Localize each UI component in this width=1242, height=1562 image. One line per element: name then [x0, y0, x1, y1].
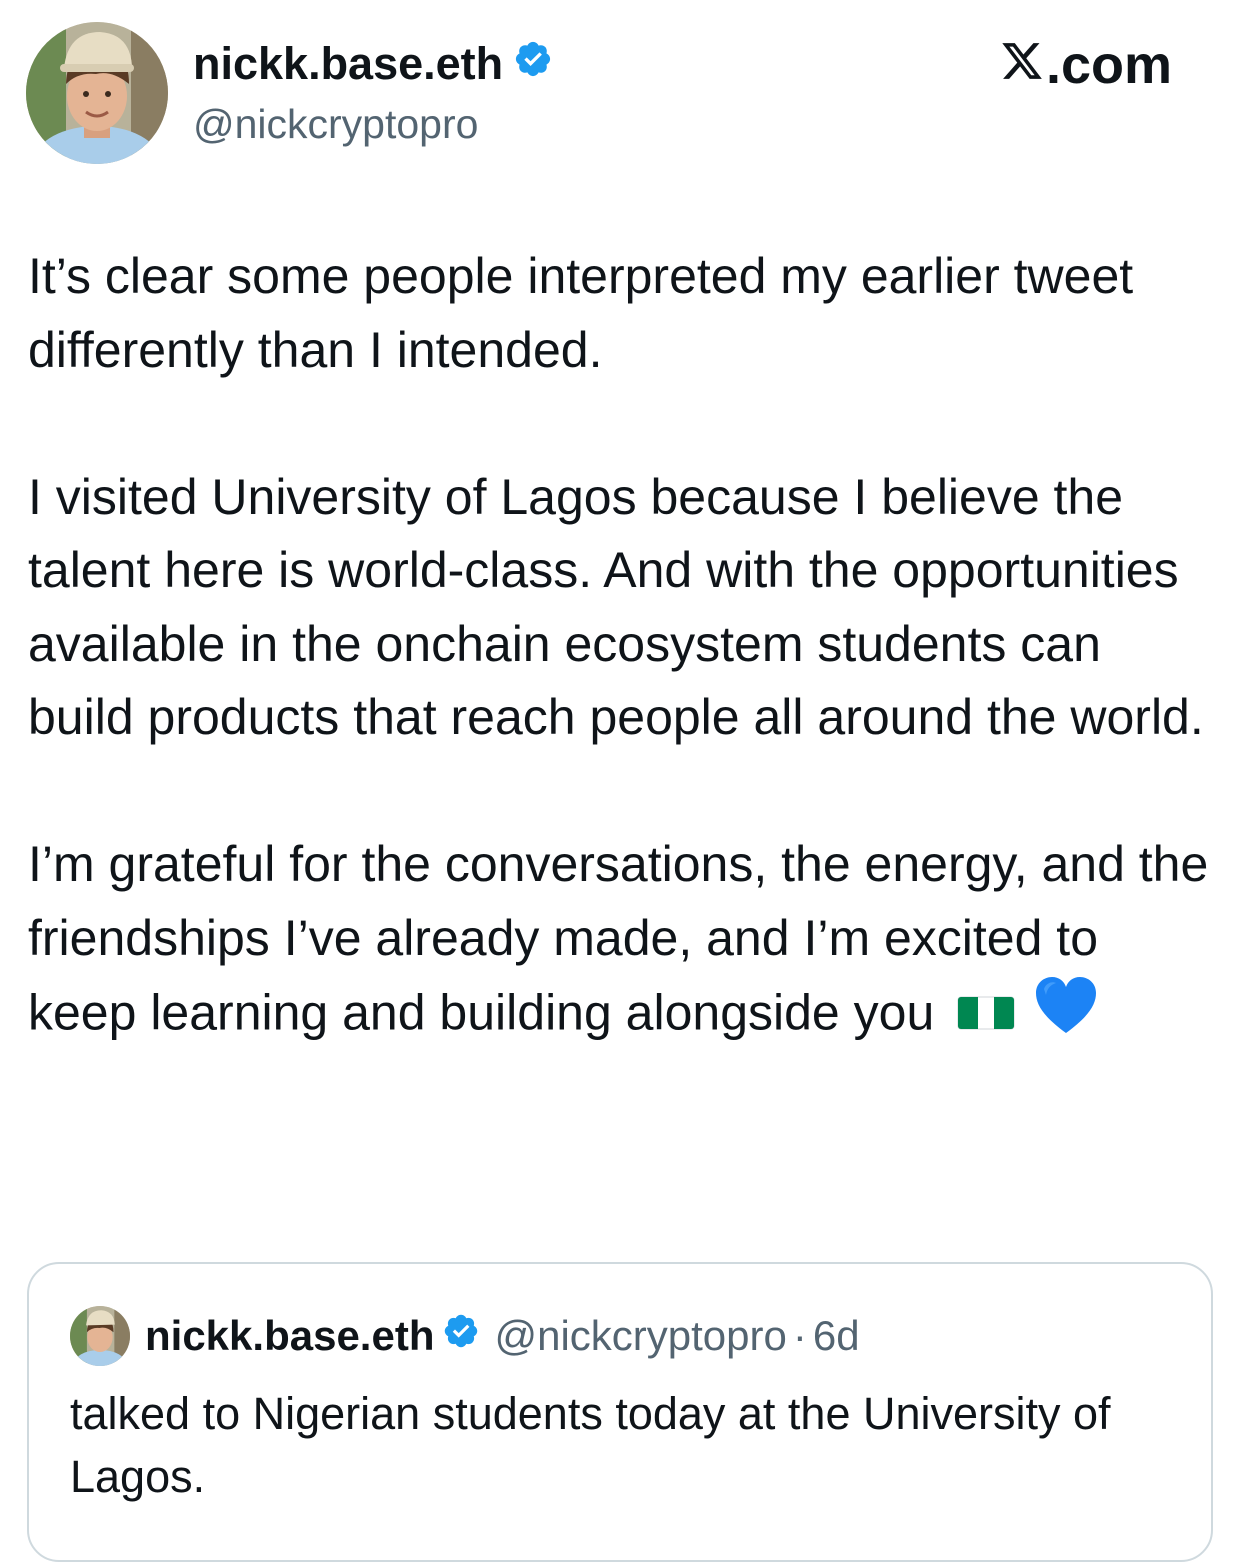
verified-badge-icon: [513, 36, 553, 92]
nigeria-flag-icon: [956, 980, 1016, 1054]
profile-photo: [26, 22, 168, 164]
author-avatar[interactable]: [26, 22, 168, 164]
quoted-tweet-time[interactable]: 6d: [813, 1312, 860, 1360]
profile-photo: [70, 1306, 130, 1366]
tweet-paragraph: It’s clear some people interpreted my ea…: [28, 248, 1134, 378]
x-logo-icon: [1000, 32, 1044, 98]
tweet-paragraph: I’m grateful for the conversations, the …: [28, 828, 1218, 1058]
x-brand-watermark: .com: [1000, 32, 1172, 98]
verified-badge-icon: [442, 1312, 480, 1360]
tweet-text: It’s clear some people interpreted my ea…: [28, 240, 1218, 1058]
tweet-paragraph-text: I’m grateful for the conversations, the …: [28, 836, 1209, 1041]
quoted-author-avatar[interactable]: [70, 1306, 130, 1366]
quoted-tweet-header: nickk.base.eth @nickcryptopro · 6d: [145, 1308, 860, 1364]
quoted-author-name[interactable]: nickk.base.eth: [145, 1312, 434, 1360]
author-display-name[interactable]: nickk.base.eth: [193, 36, 553, 92]
author-handle[interactable]: @nickcryptopro: [193, 98, 478, 150]
blue-heart-icon: [1034, 975, 1098, 1058]
quoted-author-handle[interactable]: @nickcryptopro: [494, 1312, 786, 1360]
quoted-tweet-card[interactable]: nickk.base.eth @nickcryptopro · 6d talke…: [27, 1262, 1213, 1562]
quoted-tweet-text: talked to Nigerian students today at the…: [70, 1388, 1111, 1502]
separator-dot: ·: [792, 1312, 807, 1359]
brand-site-text: .com: [1046, 35, 1173, 95]
tweet-paragraph: I visited University of Lagos because I …: [28, 468, 1204, 746]
author-name-text: nickk.base.eth: [193, 38, 504, 89]
